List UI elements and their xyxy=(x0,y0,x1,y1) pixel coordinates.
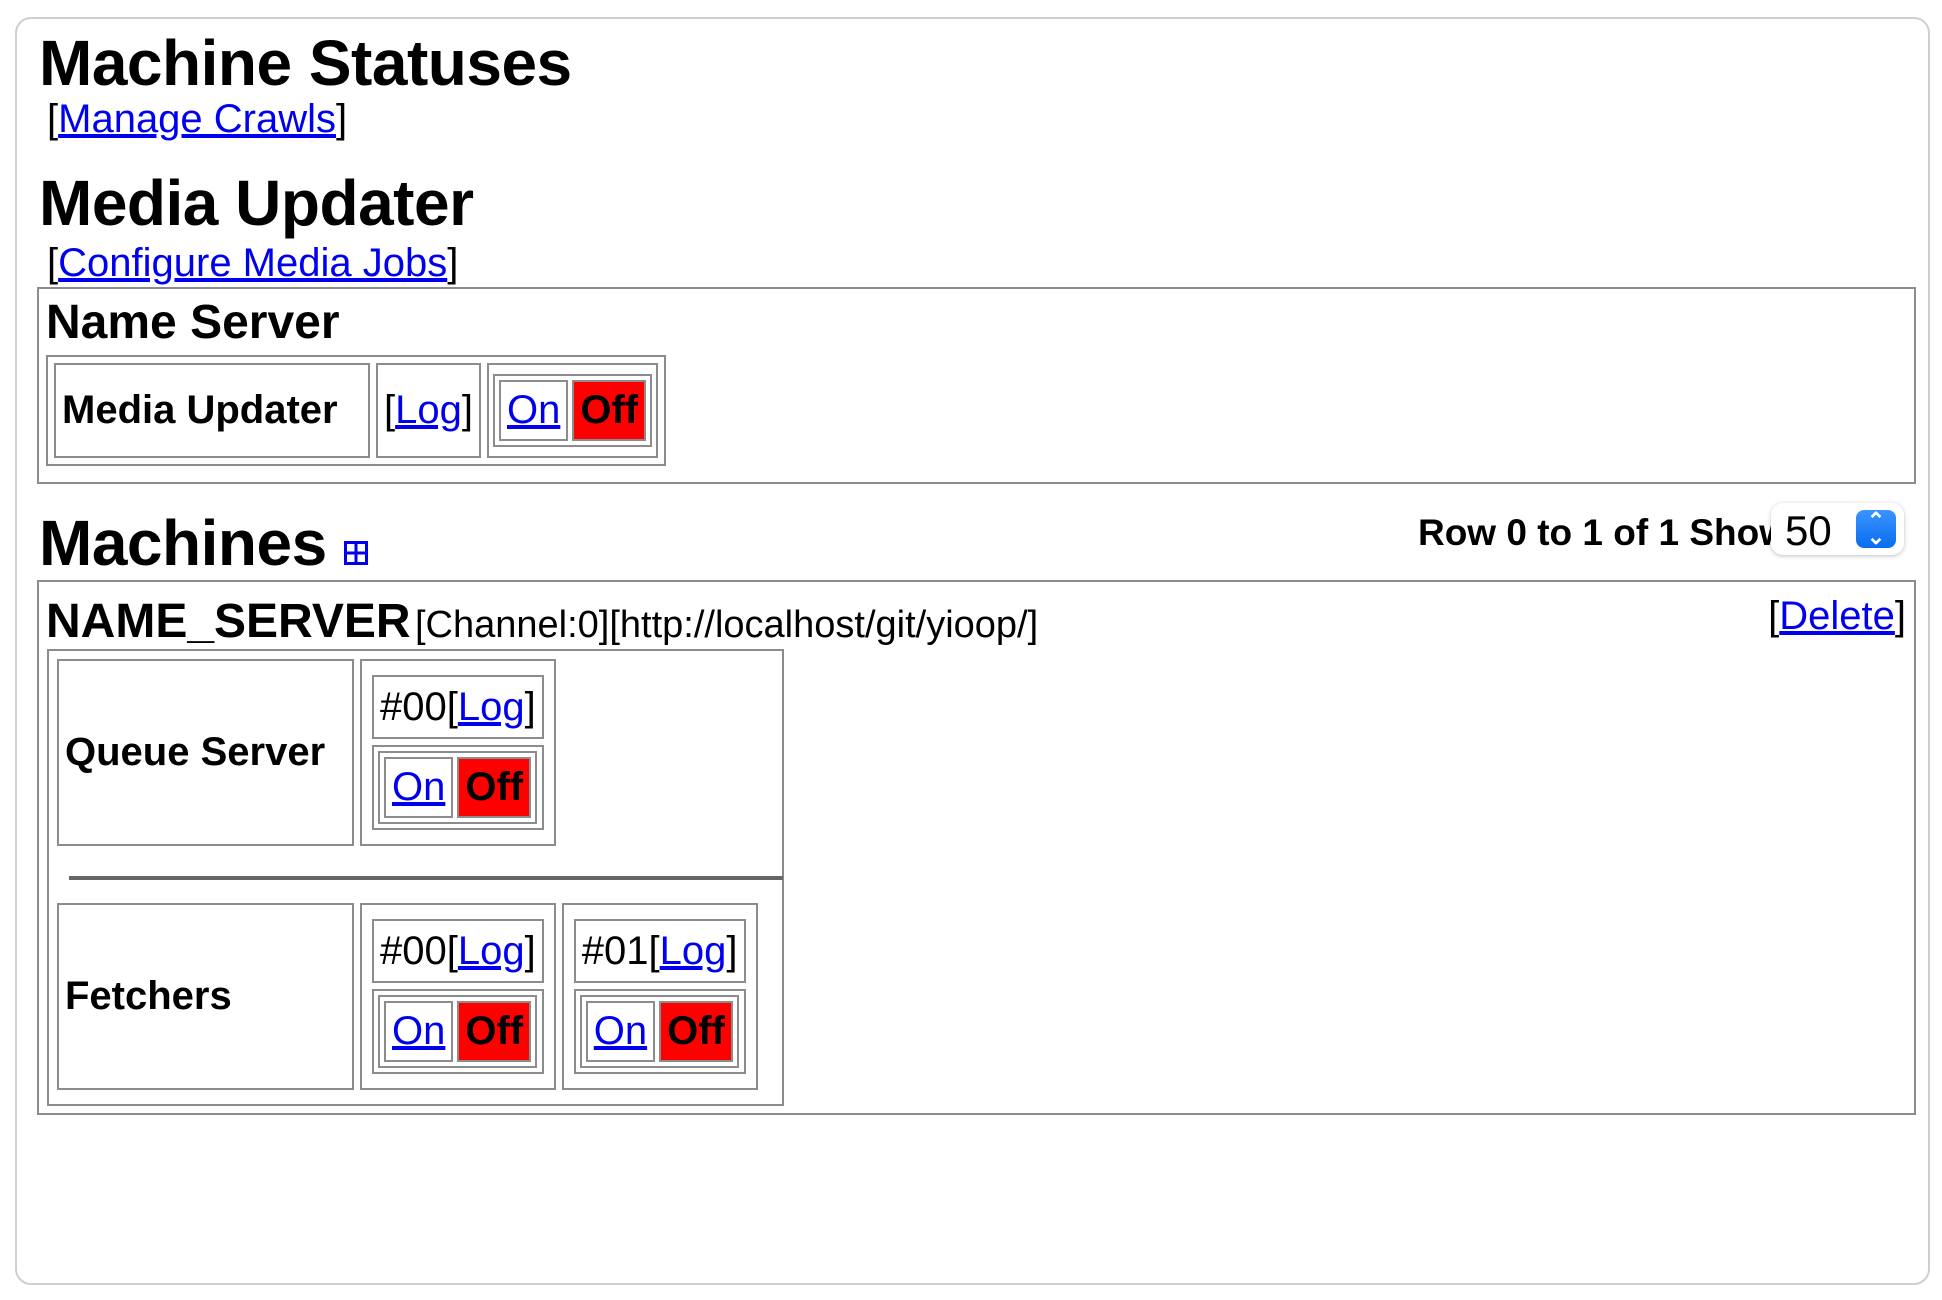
toggle-cell: On Off xyxy=(573,989,746,1074)
on-cell: On xyxy=(384,1001,454,1062)
machines-title: Machines xyxy=(39,511,368,575)
queue-server-off-button[interactable]: Off xyxy=(457,757,532,818)
fetcher-01-off-button[interactable]: Off xyxy=(659,1001,733,1062)
process-id: #01 xyxy=(581,928,649,973)
grid-plus-icon[interactable] xyxy=(343,541,368,565)
fetcher-00-log-link[interactable]: Log xyxy=(458,929,525,973)
bracket-open: [ xyxy=(446,684,458,729)
manage-crawls-link-wrap: [Manage Crawls] xyxy=(47,99,347,139)
machines-title-text: Machines xyxy=(39,507,327,579)
media-updater-on-button[interactable]: On xyxy=(507,388,560,432)
process-id-cell: #00[Log] xyxy=(372,919,544,983)
machine-statuses-panel: Machine Statuses [Manage Crawls] Media U… xyxy=(15,17,1930,1285)
media-updater-off-button[interactable]: Off xyxy=(572,380,647,441)
media-updater-table: Media Updater [Log] On Off xyxy=(46,355,667,466)
select-arrows-icon: ⌃ ⌄ xyxy=(1856,510,1896,548)
name-server-box: Name Server Media Updater [Log] On Off xyxy=(37,287,1916,484)
process-table: #00[Log] On Off xyxy=(366,913,550,1080)
toggle-cell: On Off xyxy=(372,989,544,1074)
bracket-open: [ xyxy=(47,97,59,141)
machine-header: NAME_SERVER [Channel:0][http://localhost… xyxy=(46,594,1038,649)
manage-crawls-link[interactable]: Manage Crawls xyxy=(58,97,336,141)
media-updater-label: Media Updater xyxy=(54,363,370,458)
bracket-close: ] xyxy=(336,97,348,141)
bracket-close: ] xyxy=(461,388,473,432)
pager-text: Row 0 to 1 of 1 Show xyxy=(1417,512,1788,553)
name-server-heading: Name Server xyxy=(46,296,340,349)
bracket-close: ] xyxy=(726,928,738,973)
media-updater-log-cell: [Log] xyxy=(376,363,481,458)
on-cell: On xyxy=(585,1001,656,1062)
on-cell: On xyxy=(384,757,454,818)
machine-info: [Channel:0][http://localhost/git/yioop/] xyxy=(415,604,1039,646)
queue-server-log-link[interactable]: Log xyxy=(458,685,525,729)
process-id: #00 xyxy=(380,684,447,729)
bracket-open: [ xyxy=(1768,594,1780,638)
process-table: #01[Log] On Off xyxy=(567,913,752,1080)
delete-machine-link[interactable]: Delete xyxy=(1779,594,1895,638)
process-id: #00 xyxy=(380,928,447,973)
fetchers-row: Fetchers #00[Log] On Off #01[Log] On Off xyxy=(51,897,764,1096)
bracket-close: ] xyxy=(524,928,536,973)
bracket-open: [ xyxy=(384,388,396,432)
process-id-cell: #00[Log] xyxy=(372,675,544,739)
media-updater-toggle-cell: On Off xyxy=(487,363,659,458)
rows-per-page-value: 50 xyxy=(1785,507,1832,554)
bracket-close: ] xyxy=(524,684,536,729)
queue-server-label: Queue Server xyxy=(57,659,354,846)
delete-wrap: [Delete] xyxy=(1768,594,1906,639)
toggle-cell: On Off xyxy=(372,745,544,830)
fetcher-process-01: #01[Log] On Off xyxy=(561,903,758,1090)
on-off-toggle: On Off xyxy=(378,751,538,824)
on-off-toggle: On Off xyxy=(378,995,538,1068)
page-title: Machine Statuses xyxy=(39,27,572,99)
bracket-close: ] xyxy=(1894,594,1906,638)
fetchers-label: Fetchers xyxy=(57,903,354,1090)
rows-per-page-select[interactable]: 50 ⌃ ⌄ xyxy=(1771,503,1904,555)
on-off-toggle: On Off xyxy=(579,995,739,1068)
configure-media-jobs-link[interactable]: Configure Media Jobs xyxy=(58,241,447,285)
bracket-open: [ xyxy=(648,928,660,973)
fetcher-01-log-link[interactable]: Log xyxy=(660,929,727,973)
machine-processes-table: Queue Server #00[Log] On Off Fetchers #0… xyxy=(47,649,784,1106)
configure-media-jobs-wrap: [Configure Media Jobs] xyxy=(47,243,458,283)
queue-server-on-button[interactable]: On xyxy=(392,765,445,809)
fetcher-process-00: #00[Log] On Off xyxy=(360,903,556,1090)
process-table: #00[Log] On Off xyxy=(366,669,550,836)
queue-server-row: Queue Server #00[Log] On Off xyxy=(51,653,562,852)
media-updater-title: Media Updater xyxy=(39,167,474,239)
on-off-toggle: On Off xyxy=(493,374,653,447)
machine-box: NAME_SERVER [Channel:0][http://localhost… xyxy=(37,580,1916,1115)
fetcher-00-on-button[interactable]: On xyxy=(392,1009,445,1053)
queue-server-process-00: #00[Log] On Off xyxy=(360,659,556,846)
fetcher-01-on-button[interactable]: On xyxy=(594,1009,647,1053)
bracket-open: [ xyxy=(47,241,59,285)
section-divider xyxy=(69,876,783,880)
bracket-close: ] xyxy=(447,241,459,285)
fetcher-00-off-button[interactable]: Off xyxy=(457,1001,532,1062)
bracket-open: [ xyxy=(446,928,458,973)
machine-name: NAME_SERVER xyxy=(46,595,411,648)
on-cell: On xyxy=(499,380,569,441)
process-id-cell: #01[Log] xyxy=(573,919,746,983)
media-updater-log-link[interactable]: Log xyxy=(395,388,462,432)
